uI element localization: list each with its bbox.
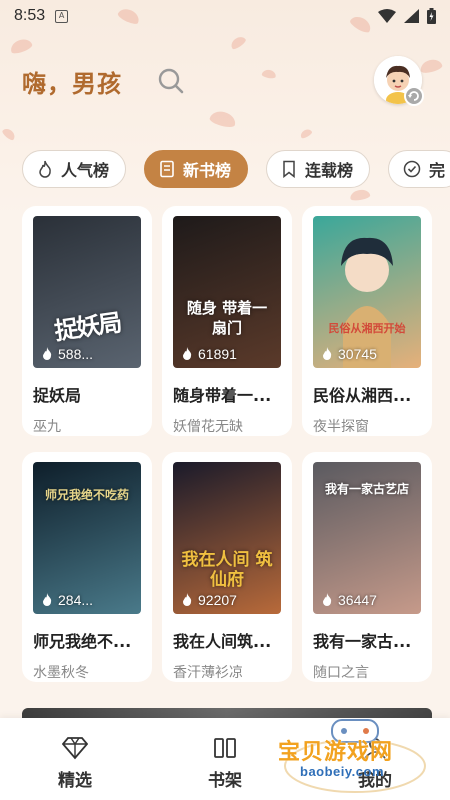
search-icon[interactable]	[156, 66, 186, 96]
check-circle-icon	[403, 160, 421, 178]
tab-label: 人气榜	[61, 161, 110, 180]
tab-popular[interactable]: 人气榜	[22, 150, 127, 188]
book-cover[interactable]: 我有一家古艺店 36447	[313, 462, 421, 614]
book-cover[interactable]: 捉妖局 588...	[33, 216, 141, 368]
book-cover[interactable]: 随身 带着一扇门 61891	[173, 216, 281, 368]
heat-badge: 284...	[41, 592, 93, 608]
cover-title: 我在人间 筑仙府	[181, 550, 273, 590]
book-grid: 捉妖局 588... 捉妖局 巫九 随身 带着一扇门 61891 随身带着一..…	[22, 206, 432, 682]
nav-label: 精选	[58, 771, 92, 791]
book-title[interactable]: 师兄我绝不...	[33, 628, 141, 652]
book-card[interactable]: 我有一家古艺店 36447 我有一家古... 随口之言	[302, 452, 432, 682]
diamond-icon	[62, 737, 88, 760]
book-title[interactable]: 随身带着一...	[173, 382, 281, 406]
heat-value: 588...	[58, 346, 94, 362]
status-time: 8:53	[14, 7, 46, 24]
watermark-text: 宝贝游戏网	[278, 740, 394, 765]
flame-icon	[43, 593, 52, 606]
heat-value: 284...	[58, 592, 94, 608]
book-title[interactable]: 民俗从湘西...	[313, 382, 421, 406]
book-card[interactable]: 随身 带着一扇门 61891 随身带着一... 妖僧花无缺	[162, 206, 292, 436]
flame-icon	[183, 593, 192, 606]
heat-badge: 92207	[181, 592, 237, 608]
cover-title: 师兄我绝不吃药	[44, 488, 129, 502]
book-author: 妖僧花无缺	[173, 419, 243, 435]
ranking-tabs: 人气榜 新书榜 连载榜 完	[22, 150, 450, 188]
book-author: 水墨秋冬	[33, 665, 89, 681]
flame-icon	[183, 347, 192, 360]
flame-icon	[323, 347, 332, 360]
book-author: 香汗薄衫凉	[173, 665, 243, 681]
bookmark-icon	[283, 160, 295, 178]
book-icon	[160, 160, 174, 178]
status-bar: 8:53 A	[0, 0, 450, 32]
heat-badge: 36447	[321, 592, 377, 608]
nav-featured[interactable]: 精选	[30, 736, 120, 791]
book-cover[interactable]: 我在人间 筑仙府 92207	[173, 462, 281, 614]
battery-icon	[427, 8, 436, 24]
wifi-icon	[378, 9, 396, 23]
cover-title: 随身 带着一扇门	[186, 299, 268, 337]
book-title[interactable]: 我有一家古...	[313, 628, 421, 652]
cover-title: 民俗从湘西开始	[328, 322, 406, 335]
refresh-icon[interactable]	[404, 86, 424, 106]
flame-icon	[43, 347, 52, 360]
heat-value: 36447	[338, 592, 377, 608]
cover-title: 捉妖局	[52, 307, 122, 346]
heat-badge: 61891	[181, 346, 237, 362]
greeting-title: 嗨，男孩	[22, 69, 122, 98]
sim-icon: A	[55, 9, 69, 23]
book-author: 随口之言	[313, 665, 369, 681]
tab-completed[interactable]: 完	[388, 150, 450, 188]
tab-label: 连载榜	[305, 161, 354, 180]
tab-label: 新书榜	[183, 161, 232, 180]
book-card[interactable]: 捉妖局 588... 捉妖局 巫九	[22, 206, 152, 436]
heat-value: 61891	[198, 346, 237, 362]
heat-value: 30745	[338, 346, 377, 362]
book-cover[interactable]: 师兄我绝不吃药 284...	[33, 462, 141, 614]
heat-badge: 588...	[41, 346, 93, 362]
book-card[interactable]: 我在人间 筑仙府 92207 我在人间筑... 香汗薄衫凉	[162, 452, 292, 682]
book-author: 夜半探窗	[313, 419, 369, 435]
nav-bookshelf[interactable]: 书架	[180, 736, 270, 791]
tab-label: 完	[429, 161, 446, 180]
book-card[interactable]: 师兄我绝不吃药 284... 师兄我绝不... 水墨秋冬	[22, 452, 152, 682]
heat-badge: 30745	[321, 346, 377, 362]
book-title[interactable]: 捉妖局	[33, 382, 141, 406]
flame-icon	[323, 593, 332, 606]
tab-new-books[interactable]: 新书榜	[144, 150, 249, 188]
nav-label: 书架	[208, 771, 242, 791]
book-card[interactable]: 民俗从湘西开始 30745 民俗从湘西... 夜半探窗	[302, 206, 432, 436]
book-author: 巫九	[33, 419, 61, 435]
book-cover[interactable]: 民俗从湘西开始 30745	[313, 216, 421, 368]
cover-title: 我有一家古艺店	[324, 482, 409, 496]
book-title[interactable]: 我在人间筑...	[173, 628, 281, 652]
signal-icon	[404, 9, 419, 23]
tab-serializing[interactable]: 连载榜	[266, 150, 371, 188]
watermark-url: baobeiy.com	[300, 764, 385, 779]
bookshelf-icon	[214, 738, 236, 758]
flame-icon	[39, 160, 51, 178]
heat-value: 92207	[198, 592, 237, 608]
